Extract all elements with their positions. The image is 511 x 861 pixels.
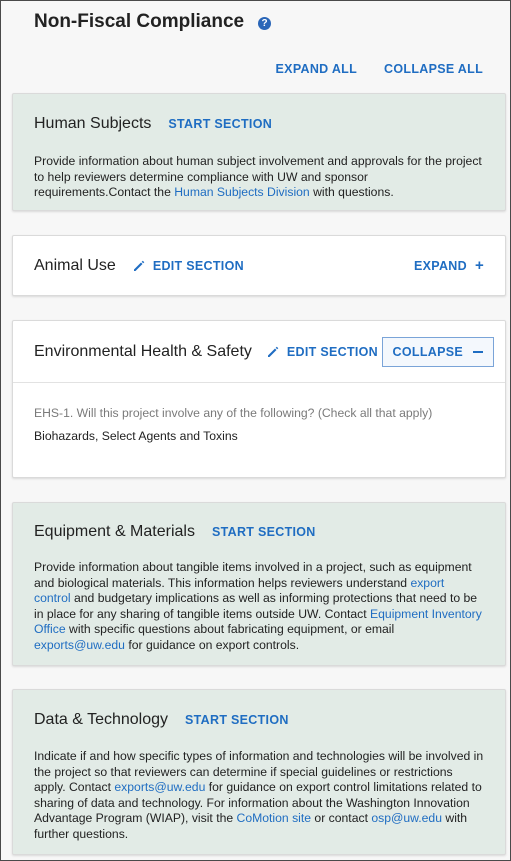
answer-ehs-1: Biohazards, Select Agents and Toxins bbox=[34, 429, 238, 443]
section-title: Data & Technology bbox=[34, 710, 169, 728]
section-header: Equipment & Materials START SECTION bbox=[13, 503, 505, 560]
section-title: Equipment & Materials bbox=[34, 522, 195, 540]
collapse-section-button[interactable]: COLLAPSE bbox=[381, 336, 494, 367]
section-human-subjects: Human Subjects START SECTION Provide inf… bbox=[12, 93, 506, 211]
section-description: Indicate if and how specific types of in… bbox=[13, 749, 505, 843]
start-section-button[interactable]: START SECTION bbox=[185, 713, 289, 727]
page-title-row: Non-Fiscal Compliance ? bbox=[34, 11, 272, 33]
pencil-icon bbox=[267, 346, 279, 357]
section-equipment-materials: Equipment & Materials START SECTION Prov… bbox=[12, 502, 506, 666]
section-title: Environmental Health & Safety bbox=[34, 342, 252, 360]
compliance-page: Non-Fiscal Compliance ? EXPAND ALL COLLA… bbox=[0, 0, 511, 861]
question-ehs-1: EHS-1. Will this project involve any of … bbox=[34, 406, 433, 420]
plus-icon: + bbox=[474, 257, 484, 274]
page-title: Non-Fiscal Compliance bbox=[34, 11, 245, 32]
section-title: Human Subjects bbox=[34, 115, 152, 132]
osp-email-link[interactable]: osp@uw.edu bbox=[371, 811, 442, 825]
question-circle-icon[interactable]: ? bbox=[258, 16, 272, 30]
desc-text: with questions. bbox=[309, 185, 394, 200]
section-description: Provide information about human subject … bbox=[13, 154, 505, 201]
desc-text: with specific questions about fabricatin… bbox=[65, 622, 395, 637]
exports-email-link[interactable]: exports@uw.edu bbox=[34, 638, 125, 652]
ehs-content: EHS-1. Will this project involve any of … bbox=[13, 383, 505, 443]
section-header: Data & Technology START SECTION bbox=[13, 690, 505, 749]
collapse-label: COLLAPSE bbox=[392, 344, 463, 359]
comotion-site-link[interactable]: CoMotion site bbox=[237, 811, 312, 825]
pencil-icon bbox=[133, 260, 145, 271]
edit-section-label: EDIT SECTION bbox=[152, 258, 244, 273]
section-description: Provide information about tangible items… bbox=[13, 560, 505, 654]
section-header: Environmental Health & Safety EDIT SECTI… bbox=[13, 321, 505, 382]
start-section-button[interactable]: START SECTION bbox=[168, 117, 272, 131]
start-section-button[interactable]: START SECTION bbox=[212, 525, 316, 539]
top-actions: EXPAND ALL COLLAPSE ALL bbox=[276, 62, 483, 76]
desc-text: for guidance on export controls. bbox=[124, 637, 300, 652]
expand-section-button[interactable]: EXPAND + bbox=[414, 257, 484, 274]
section-header: Animal Use EDIT SECTION EXPAND + bbox=[13, 236, 505, 295]
collapse-all-button[interactable]: COLLAPSE ALL bbox=[384, 62, 483, 76]
section-environmental-health-safety: Environmental Health & Safety EDIT SECTI… bbox=[12, 320, 506, 478]
human-subjects-division-link[interactable]: Human Subjects Division bbox=[174, 185, 309, 199]
expand-all-button[interactable]: EXPAND ALL bbox=[276, 62, 357, 76]
expand-label: EXPAND bbox=[413, 258, 467, 273]
section-animal-use: Animal Use EDIT SECTION EXPAND + bbox=[12, 235, 506, 296]
edit-section-label: EDIT SECTION bbox=[286, 344, 378, 359]
section-title: Animal Use bbox=[34, 256, 116, 274]
desc-text: or contact bbox=[311, 811, 372, 826]
exports-email-link[interactable]: exports@uw.edu bbox=[114, 780, 205, 794]
minus-icon bbox=[473, 350, 483, 353]
edit-section-button[interactable]: EDIT SECTION bbox=[267, 345, 378, 359]
section-header: Human Subjects START SECTION bbox=[13, 94, 505, 154]
desc-text: Provide information about tangible items… bbox=[34, 560, 472, 590]
section-data-technology: Data & Technology START SECTION Indicate… bbox=[12, 689, 506, 855]
edit-section-button[interactable]: EDIT SECTION bbox=[133, 259, 244, 273]
